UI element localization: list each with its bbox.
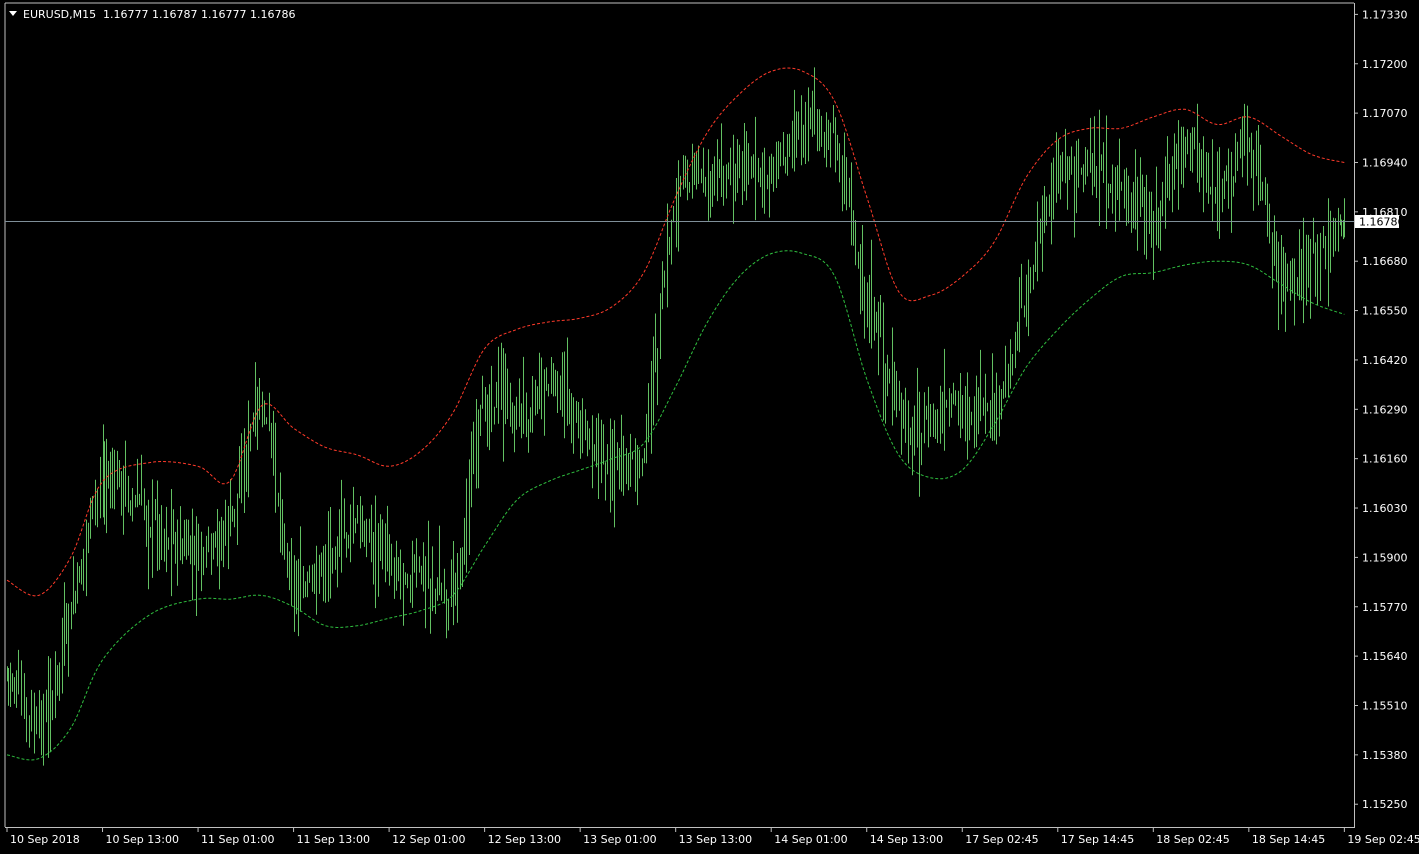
time-tick-label: 11 Sep 13:00 bbox=[297, 833, 370, 846]
price-tick-label: 1.15250 bbox=[1362, 798, 1408, 811]
time-tick-label: 18 Sep 02:45 bbox=[1156, 833, 1229, 846]
time-tick-label: 13 Sep 01:00 bbox=[583, 833, 656, 846]
price-tick-label: 1.15380 bbox=[1362, 749, 1408, 762]
chart-background bbox=[0, 0, 1419, 854]
chart-window[interactable]: 1.17330 1.17200 1.17070 1.16940 1.16810 1.166… bbox=[0, 0, 1419, 854]
price-tick-label: 1.17200 bbox=[1362, 58, 1408, 71]
price-tick-label: 1.16160 bbox=[1362, 453, 1408, 466]
price-tick-label: 1.16030 bbox=[1362, 502, 1408, 515]
price-tick-label: 1.17330 bbox=[1362, 8, 1408, 21]
price-tick-label: 1.15770 bbox=[1362, 601, 1408, 614]
price-chart[interactable]: 1.173301.172001.170701.169401.168101.166… bbox=[0, 0, 1419, 854]
price-tick-label: 1.16420 bbox=[1362, 354, 1408, 367]
price-tick-label: 1.16940 bbox=[1362, 156, 1408, 169]
time-tick-label: 10 Sep 13:00 bbox=[106, 833, 179, 846]
time-tick-label: 10 Sep 2018 bbox=[10, 833, 80, 846]
time-tick-label: 17 Sep 02:45 bbox=[965, 833, 1038, 846]
time-tick-label: 12 Sep 01:00 bbox=[392, 833, 465, 846]
price-tick-label: 1.15510 bbox=[1362, 699, 1408, 712]
price-tick-label: 1.16550 bbox=[1362, 305, 1408, 318]
ohlc-values: 1.16777 1.16787 1.16777 1.16786 bbox=[103, 8, 295, 21]
time-tick-label: 13 Sep 13:00 bbox=[679, 833, 752, 846]
time-tick-label: 17 Sep 14:45 bbox=[1061, 833, 1134, 846]
current-price-label: 1.16786 bbox=[1355, 215, 1405, 229]
time-tick-label: 12 Sep 13:00 bbox=[488, 833, 561, 846]
price-tick-label: 1.15640 bbox=[1362, 650, 1408, 663]
time-tick-label: 18 Sep 14:45 bbox=[1252, 833, 1325, 846]
symbol-label: EURUSD,M15 bbox=[23, 8, 96, 21]
chart-title: EURUSD,M15 1.16777 1.16787 1.16777 1.167… bbox=[9, 8, 295, 21]
time-tick-label: 19 Sep 02:45 bbox=[1347, 833, 1419, 846]
price-tick-label: 1.17070 bbox=[1362, 107, 1408, 120]
current-price-value: 1.16786 bbox=[1359, 216, 1405, 229]
price-tick-label: 1.16290 bbox=[1362, 403, 1408, 416]
time-tick-label: 11 Sep 01:00 bbox=[201, 833, 274, 846]
time-tick-label: 14 Sep 01:00 bbox=[774, 833, 847, 846]
price-tick-label: 1.16680 bbox=[1362, 255, 1408, 268]
time-tick-label: 14 Sep 13:00 bbox=[870, 833, 943, 846]
price-tick-label: 1.15900 bbox=[1362, 551, 1408, 564]
